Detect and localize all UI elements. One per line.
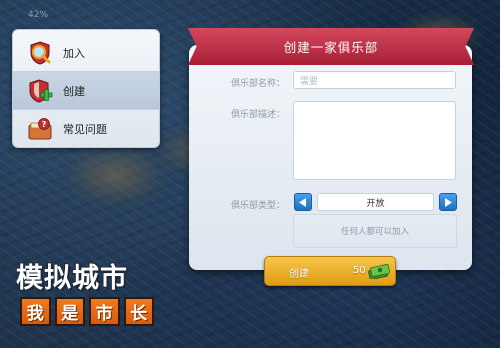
type-prev-button[interactable] [294, 193, 312, 211]
menu-item-create[interactable]: 创建 [13, 72, 159, 110]
create-club-button[interactable]: 创建 50 [264, 256, 396, 286]
menu-item-faq[interactable]: ? 常见问题 [13, 110, 159, 147]
club-type-label: 俱乐部类型： [230, 201, 285, 211]
club-name-label: 俱乐部名称： [230, 79, 285, 89]
menu-item-label: 加入 [63, 46, 85, 60]
logo-char: 我 [20, 297, 51, 326]
shield-plus-icon [27, 78, 53, 104]
menu-item-label: 创建 [63, 84, 85, 98]
arrow-left-icon [299, 197, 306, 207]
club-type-description: 任何人都可以加入 [293, 214, 457, 248]
create-button-label: 创建 [289, 269, 309, 280]
game-logo-subtitle: 我 是 市 长 [20, 297, 154, 326]
svg-text:?: ? [42, 120, 47, 129]
panel-title: 创建一家俱乐部 [283, 40, 379, 55]
question-book-icon: ? [27, 116, 53, 142]
logo-char: 长 [123, 297, 154, 326]
logo-char: 市 [89, 297, 120, 326]
island-decoration [60, 140, 170, 210]
club-description-textarea[interactable] [293, 101, 456, 180]
club-type-value: 开放 [317, 193, 434, 211]
magnifier-shield-icon [27, 40, 53, 66]
game-logo-title: 模拟城市 [16, 258, 128, 294]
arrow-right-icon [445, 197, 452, 207]
club-side-menu: 加入 创建 ? 常见问题 [12, 29, 160, 148]
menu-item-join[interactable]: 加入 [13, 34, 159, 72]
club-name-input[interactable]: 需要 [293, 71, 456, 89]
type-next-button[interactable] [439, 193, 457, 211]
menu-item-label: 常见问题 [63, 123, 107, 136]
hud-percent-text: 42% [28, 10, 49, 20]
cash-icon [368, 264, 390, 279]
panel-title-ribbon: 创建一家俱乐部 [188, 28, 474, 65]
logo-char: 是 [54, 297, 85, 326]
club-description-label: 俱乐部描述： [230, 110, 285, 120]
create-button-cost: 50 [353, 265, 366, 276]
logo-line-1: 模拟城市 [16, 262, 128, 294]
